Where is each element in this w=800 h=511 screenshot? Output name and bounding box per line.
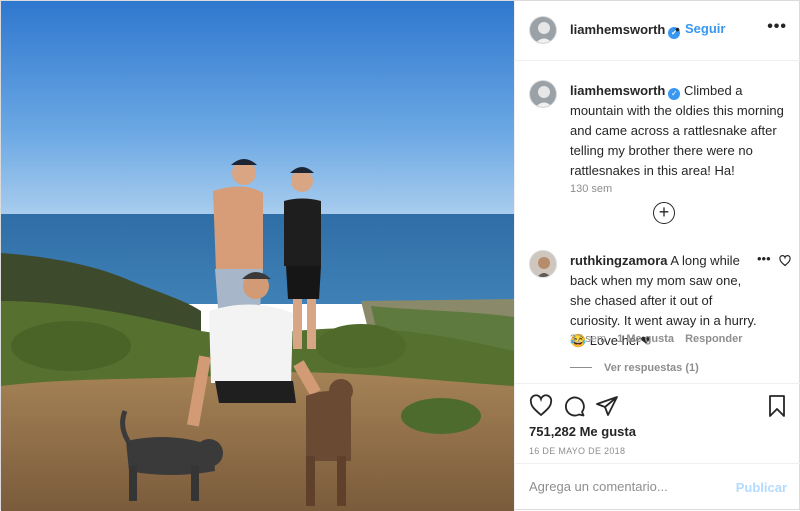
header-separator: • (675, 21, 680, 37)
save-button[interactable] (765, 394, 789, 418)
comment-item: ruthkingzamora A long while back when my… (529, 247, 799, 377)
caption-text-block: liamhemsworth ✓ Climbed a mountain with t… (570, 81, 788, 181)
comment-input[interactable] (529, 479, 729, 494)
heart-icon (529, 394, 553, 417)
view-replies-button[interactable]: Ver respuestas (1) (570, 362, 699, 374)
plus-circle-icon[interactable]: + (653, 202, 675, 224)
post-details-panel: liamhemsworth ✓ • Seguir ••• liamhemswort… (514, 1, 800, 511)
follow-button[interactable]: Seguir (685, 21, 725, 36)
comment-bubble-icon (565, 396, 585, 417)
reply-button[interactable]: Responder (685, 333, 742, 345)
post-photo[interactable] (1, 1, 514, 511)
heart-icon[interactable] (779, 255, 791, 267)
comments-section[interactable]: liamhemsworth ✓ Climbed a mountain with t… (515, 62, 800, 382)
author-username[interactable]: liamhemsworth ✓ (570, 22, 681, 39)
comment-more-options-icon[interactable]: ••• (755, 251, 771, 266)
publish-button[interactable]: Publicar (736, 480, 787, 495)
more-options-icon[interactable]: ••• (767, 18, 787, 36)
instagram-post: liamhemsworth ✓ • Seguir ••• liamhemswort… (0, 0, 800, 511)
paper-plane-icon (596, 396, 618, 416)
caption-username[interactable]: liamhemsworth (570, 83, 665, 98)
post-date[interactable]: 16 DE MAYO DE 2018 (529, 446, 625, 456)
caption-avatar[interactable] (529, 80, 557, 108)
like-button[interactable] (529, 394, 553, 418)
view-replies-label[interactable]: Ver respuestas (1) (604, 362, 699, 374)
verified-badge-icon: ✓ (668, 88, 681, 100)
avatar-image (530, 81, 556, 107)
post-actions: 751,282 Me gusta 16 DE MAYO DE 2018 (515, 383, 800, 463)
post-photo-image (1, 1, 514, 511)
add-comment-bar: Publicar (515, 463, 800, 511)
author-avatar[interactable] (529, 16, 557, 44)
avatar-image (530, 251, 556, 277)
comment-likes[interactable]: 1 Me gusta (617, 333, 674, 345)
commenter-avatar[interactable] (529, 250, 557, 278)
replies-divider (570, 367, 592, 368)
comment-time[interactable]: 37 sem (570, 333, 606, 345)
author-username-text[interactable]: liamhemsworth (570, 22, 665, 37)
comment-button[interactable] (562, 394, 586, 418)
commenter-username[interactable]: ruthkingzamora (570, 253, 668, 268)
likes-count[interactable]: 751,282 Me gusta (529, 424, 636, 439)
avatar-image (530, 17, 556, 43)
share-button[interactable] (595, 394, 619, 418)
bookmark-icon (769, 395, 785, 417)
caption-time[interactable]: 130 sem (570, 183, 612, 195)
post-header: liamhemsworth ✓ • Seguir ••• (515, 1, 800, 61)
comment-meta: 37 sem 1 Me gusta Responder (570, 333, 751, 345)
